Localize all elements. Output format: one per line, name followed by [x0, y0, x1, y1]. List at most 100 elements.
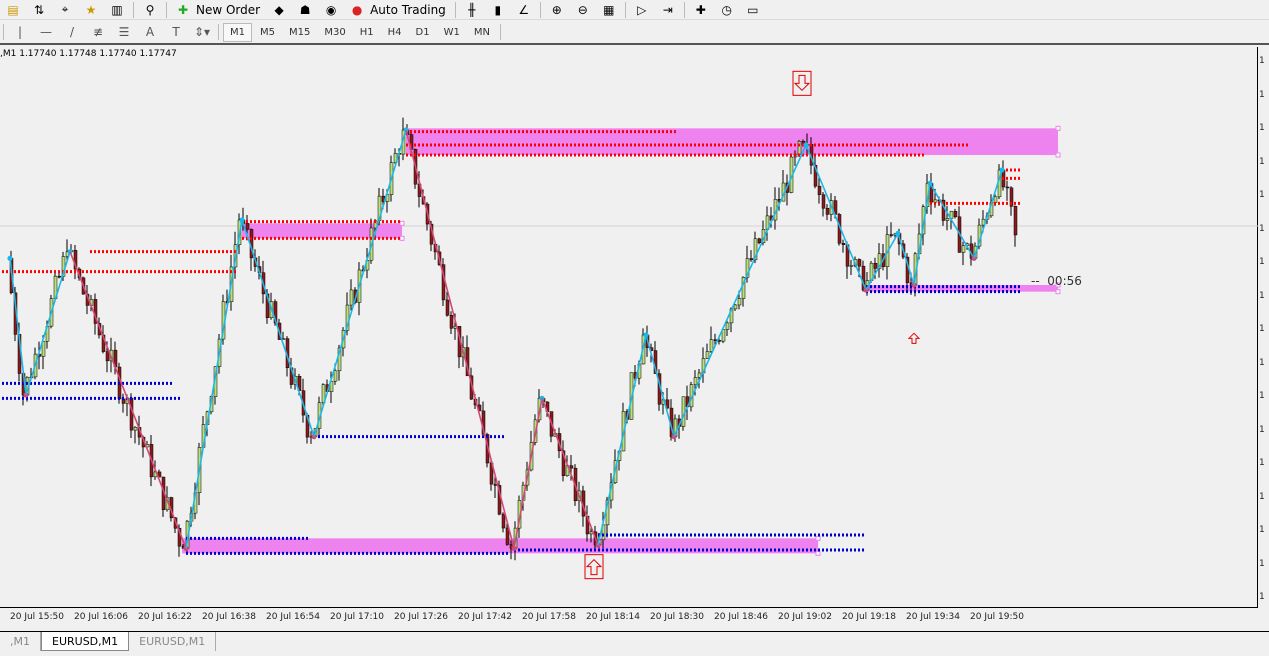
bar-chart-icon[interactable]: ╫: [463, 2, 481, 18]
chart-tab[interactable]: EURUSD,M1: [41, 632, 130, 651]
auto-trading-icon[interactable]: ●: [348, 2, 366, 18]
signals-icon[interactable]: ☗: [296, 2, 314, 18]
text-label-tool-icon[interactable]: T: [167, 24, 185, 40]
fibonacci-channel-tool-icon[interactable]: ≢: [89, 24, 107, 40]
timeframe-mn[interactable]: MN: [468, 24, 496, 41]
bear-candle: [493, 483, 498, 486]
crosshair-icon[interactable]: ⌖: [56, 2, 74, 18]
auto-scroll-icon[interactable]: ▷: [633, 2, 651, 18]
time-tick-label: 20 Jul 16:22: [138, 612, 192, 622]
bull-candle: [993, 196, 998, 203]
zone-handle[interactable]: [399, 220, 405, 226]
new-order-button[interactable]: New Order: [196, 3, 260, 17]
price-tick-label: 1: [1259, 592, 1265, 602]
search-icon[interactable]: ⚲: [141, 2, 159, 18]
trendline-tool-icon[interactable]: /: [63, 24, 81, 40]
horizontal-line-tool-icon[interactable]: —: [37, 24, 55, 40]
bear-candle: [889, 234, 894, 236]
separator: [539, 1, 541, 18]
periods-icon[interactable]: ◷: [718, 2, 736, 18]
timeframe-m30[interactable]: M30: [318, 24, 351, 41]
bear-candle: [717, 340, 722, 342]
buy-arrow-small-icon[interactable]: [907, 332, 921, 344]
zone-handle[interactable]: [815, 550, 821, 556]
auto-trading-button[interactable]: Auto Trading: [370, 3, 446, 17]
separator: [683, 1, 685, 18]
text-tool-icon[interactable]: A: [141, 24, 159, 40]
arrows-tool-icon[interactable]: ⇕▾: [193, 24, 211, 40]
price-tick-label: 1: [1259, 525, 1265, 535]
price-tick-label: 1: [1259, 324, 1265, 334]
time-tick-label: 20 Jul 17:58: [522, 612, 576, 622]
zone-handle[interactable]: [1055, 289, 1061, 295]
price-axis[interactable]: 1 1 1 1 1 1 1 1 1 1 1 1 1 1 1 1 1: [1259, 47, 1269, 608]
time-tick-label: 20 Jul 16:06: [74, 612, 128, 622]
price-tick-label: 1: [1259, 424, 1265, 435]
bull-candle: [333, 370, 338, 382]
sell-arrow-icon[interactable]: [792, 70, 812, 96]
bear-candle: [245, 223, 250, 230]
bear-candle: [857, 259, 862, 267]
zigzag-segment: [313, 129, 407, 437]
zigzag-segment: [69, 251, 187, 549]
bear-candle: [821, 194, 826, 209]
fibonacci-retracement-tool-icon[interactable]: ☰: [115, 24, 133, 40]
time-tick-label: 20 Jul 18:30: [650, 612, 704, 622]
line-chart-icon[interactable]: ∠: [515, 2, 533, 18]
timeframe-m1[interactable]: M1: [223, 22, 252, 42]
bull-candle: [945, 218, 950, 221]
separator: [166, 1, 167, 18]
price-tick-label: 1: [1259, 223, 1265, 234]
price-tick-label: 1: [1259, 156, 1265, 167]
market-watch-icon[interactable]: ⇅: [30, 2, 48, 18]
indicators-icon[interactable]: ✚: [692, 2, 710, 18]
chart-tab[interactable]: ,M1: [0, 632, 41, 651]
timeframe-w1[interactable]: W1: [438, 24, 466, 41]
price-chart[interactable]: -- 00:56: [0, 47, 1258, 608]
favorites-icon[interactable]: ★: [82, 2, 100, 18]
main-toolbar: ▤ ⇅ ⌖ ★ ▥ ⚲ ✚ New Order ◆ ☗ ◉ ● Auto Trading ╫ ▮ ∠ ⊕ ⊖ ▦ ▷ ⇥…: [0, 0, 1269, 20]
zigzag-segment: [673, 144, 807, 437]
radio-icon[interactable]: ◉: [322, 2, 340, 18]
zoom-in-icon[interactable]: ⊕: [548, 2, 566, 18]
bull-candle: [693, 377, 698, 385]
bear-candle: [569, 465, 574, 469]
zigzag-segment: [541, 398, 599, 546]
bear-candle: [713, 339, 718, 341]
zigzag-segment: [241, 219, 315, 437]
bear-candle: [1005, 186, 1010, 189]
metaeditor-icon[interactable]: ◆: [270, 2, 288, 18]
swing-high-marker: [999, 167, 1005, 173]
bear-candle: [825, 207, 830, 215]
timeframe-m15[interactable]: M15: [283, 24, 316, 41]
time-tick-label: 20 Jul 16:38: [202, 612, 256, 622]
chart-canvas[interactable]: [0, 47, 1258, 608]
profiles-icon[interactable]: ▤: [4, 2, 22, 18]
chart-tab[interactable]: EURUSD,M1: [129, 632, 217, 651]
zone-handle[interactable]: [815, 535, 821, 541]
tile-windows-icon[interactable]: ▦: [600, 2, 618, 18]
new-order-icon[interactable]: ✚: [174, 2, 192, 18]
bull-candle: [961, 245, 966, 253]
timeframe-h4[interactable]: H4: [382, 24, 408, 41]
time-tick-label: 20 Jul 19:50: [970, 612, 1024, 622]
buy-arrow-icon[interactable]: [584, 554, 604, 580]
templates-icon[interactable]: ▭: [744, 2, 762, 18]
swing-high-marker: [7, 255, 13, 261]
candlestick-icon[interactable]: ▮: [489, 2, 507, 18]
zigzag-segment: [405, 129, 515, 549]
zone-handle[interactable]: [1055, 152, 1061, 158]
zoom-out-icon[interactable]: ⊖: [574, 2, 592, 18]
timeframe-m5[interactable]: M5: [254, 24, 281, 41]
price-tick-label: 1: [1259, 290, 1265, 301]
chart-shift-icon[interactable]: ⇥: [659, 2, 677, 18]
zone-handle[interactable]: [1055, 125, 1061, 131]
bear-candle: [501, 513, 506, 529]
timeframe-h1[interactable]: H1: [354, 24, 380, 41]
price-tick-label: 1: [1259, 190, 1265, 200]
timeframe-d1[interactable]: D1: [410, 24, 436, 41]
time-axis[interactable]: 20 Jul 15:50 20 Jul 16:06 20 Jul 16:22 20 J…: [0, 612, 1258, 628]
vertical-line-tool-icon[interactable]: |: [11, 24, 29, 40]
history-icon[interactable]: ▥: [108, 2, 126, 18]
chart-info: ,M1 1.17740 1.17748 1.17740 1.17747: [0, 49, 177, 59]
